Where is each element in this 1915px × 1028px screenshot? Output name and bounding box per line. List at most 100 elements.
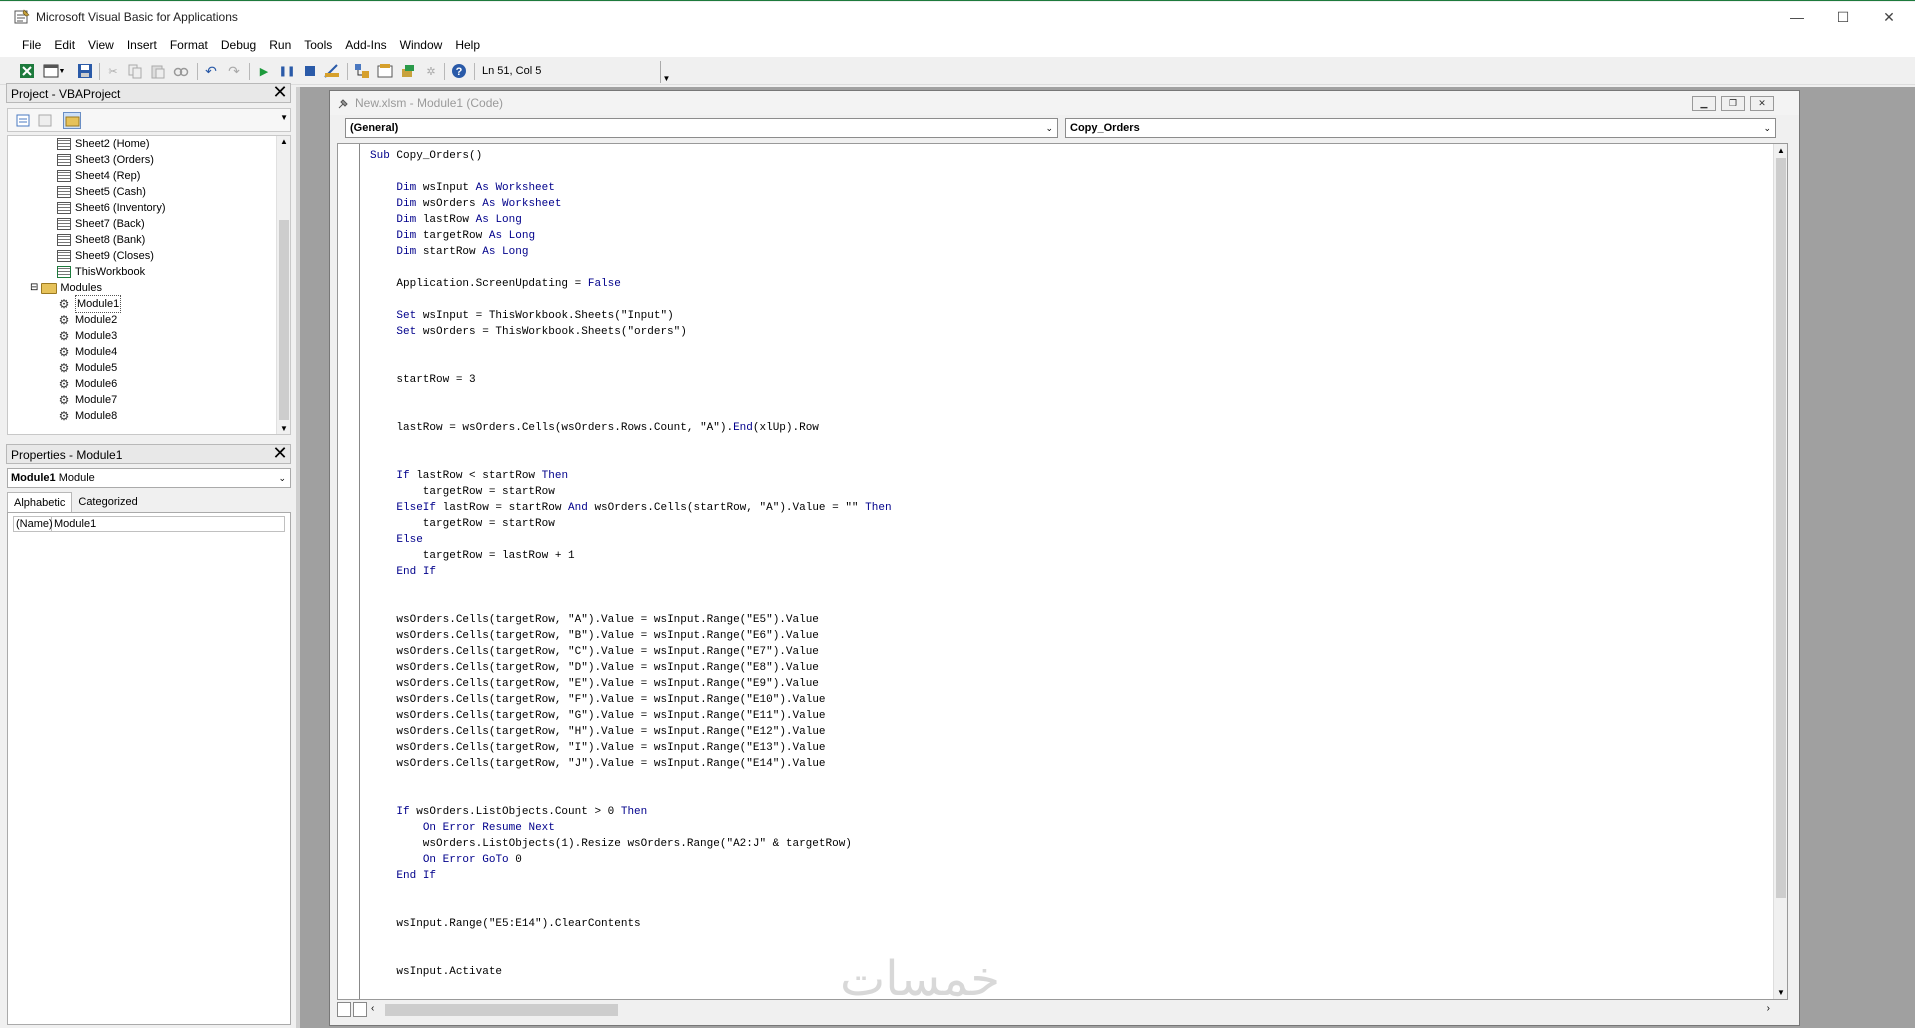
- code-line[interactable]: On Error GoTo 0: [370, 852, 892, 868]
- tree-item-module2[interactable]: ⚙ Module2: [56, 312, 118, 328]
- code-line[interactable]: wsInput.Activate: [370, 964, 892, 980]
- tab-categorized[interactable]: Categorized: [72, 492, 143, 512]
- scroll-down-icon[interactable]: ▼: [1777, 988, 1785, 997]
- excel-icon[interactable]: [19, 63, 35, 79]
- margin-indicator-bar[interactable]: [338, 144, 360, 999]
- menu-format[interactable]: Format: [170, 38, 208, 52]
- project-toolbar-overflow-icon[interactable]: ▼: [280, 113, 288, 122]
- code-line[interactable]: [370, 356, 892, 372]
- tree-item-module8[interactable]: ⚙ Module8: [56, 408, 118, 424]
- scroll-up-icon[interactable]: ▲: [1777, 146, 1785, 155]
- menu-window[interactable]: Window: [400, 38, 443, 52]
- minimize-button[interactable]: —: [1774, 2, 1820, 32]
- code-line[interactable]: Sub Copy_Orders(): [370, 148, 892, 164]
- code-line[interactable]: wsOrders.Cells(targetRow, "A").Value = w…: [370, 612, 892, 628]
- code-editor[interactable]: Sub Copy_Orders() Dim wsInput As Workshe…: [337, 143, 1788, 1000]
- code-line[interactable]: [370, 436, 892, 452]
- code-horizontal-scroll-thumb[interactable]: [385, 1004, 618, 1016]
- code-line[interactable]: Set wsInput = ThisWorkbook.Sheets("Input…: [370, 308, 892, 324]
- break-icon[interactable]: ❚❚: [279, 63, 296, 79]
- view-object-icon[interactable]: [36, 112, 54, 129]
- splitter[interactable]: [296, 87, 300, 1028]
- code-restore-button[interactable]: ❐: [1721, 96, 1745, 111]
- insert-module-icon[interactable]: [43, 63, 59, 79]
- tree-item-module5[interactable]: ⚙ Module5: [56, 360, 118, 376]
- toolbar-overflow-icon[interactable]: ▼: [660, 61, 672, 83]
- code-line[interactable]: startRow = 3: [370, 372, 892, 388]
- code-line[interactable]: [370, 164, 892, 180]
- tree-item-thisworkbook[interactable]: ThisWorkbook: [56, 264, 145, 280]
- code-line[interactable]: [370, 900, 892, 916]
- code-line[interactable]: [370, 340, 892, 356]
- tree-item-sheet7-back[interactable]: Sheet7 (Back): [56, 216, 145, 232]
- menu-insert[interactable]: Insert: [127, 38, 157, 52]
- view-code-icon[interactable]: [14, 112, 32, 129]
- code-line[interactable]: [370, 772, 892, 788]
- code-line[interactable]: If wsOrders.ListObjects.Count > 0 Then: [370, 804, 892, 820]
- paste-icon[interactable]: [150, 63, 166, 79]
- code-line[interactable]: targetRow = startRow: [370, 516, 892, 532]
- code-minimize-button[interactable]: ▁: [1692, 96, 1716, 111]
- design-mode-icon[interactable]: [324, 63, 340, 79]
- tree-item-module4[interactable]: ⚙ Module4: [56, 344, 118, 360]
- tree-item-module1[interactable]: ⚙ Module1: [56, 295, 122, 313]
- tab-alphabetic[interactable]: Alphabetic: [7, 492, 73, 512]
- scroll-left-icon[interactable]: ‹: [371, 1003, 374, 1014]
- code-line[interactable]: wsOrders.Cells(targetRow, "C").Value = w…: [370, 644, 892, 660]
- code-line[interactable]: [370, 948, 892, 964]
- code-line[interactable]: [370, 452, 892, 468]
- code-line[interactable]: [370, 596, 892, 612]
- code-line[interactable]: wsOrders.Cells(targetRow, "I").Value = w…: [370, 740, 892, 756]
- redo-icon[interactable]: ↷: [226, 63, 242, 79]
- menu-view[interactable]: View: [88, 38, 114, 52]
- full-module-view-icon[interactable]: [337, 1002, 351, 1017]
- scroll-down-icon[interactable]: ▼: [280, 424, 288, 433]
- code-line[interactable]: ElseIf lastRow = startRow And wsOrders.C…: [370, 500, 891, 516]
- code-line[interactable]: Set wsOrders = ThisWorkbook.Sheets("orde…: [370, 324, 892, 340]
- project-tree-scrollbar[interactable]: ▲ ▼: [276, 136, 290, 434]
- code-line[interactable]: lastRow = wsOrders.Cells(wsOrders.Rows.C…: [370, 420, 892, 436]
- menu-help[interactable]: Help: [455, 38, 480, 52]
- tree-item-sheet2-home[interactable]: Sheet2 (Home): [56, 136, 150, 152]
- code-line[interactable]: Application.ScreenUpdating = False: [370, 276, 892, 292]
- toolbox-icon[interactable]: ✲: [423, 63, 439, 79]
- code-line[interactable]: targetRow = startRow: [370, 484, 892, 500]
- tree-item-module7[interactable]: ⚙ Module7: [56, 392, 118, 408]
- code-line[interactable]: On Error Resume Next: [370, 820, 892, 836]
- procedure-combo[interactable]: Copy_Orders ⌄: [1065, 118, 1776, 138]
- code-line[interactable]: wsOrders.Cells(targetRow, "H").Value = w…: [370, 724, 892, 740]
- tree-item-sheet8-bank[interactable]: Sheet8 (Bank): [56, 232, 145, 248]
- code-line[interactable]: Dim wsOrders As Worksheet: [370, 196, 892, 212]
- code-line[interactable]: Dim targetRow As Long: [370, 228, 892, 244]
- tree-item-sheet3-orders[interactable]: Sheet3 (Orders): [56, 152, 154, 168]
- close-button[interactable]: ✕: [1866, 2, 1912, 32]
- tree-item-sheet5-cash[interactable]: Sheet5 (Cash): [56, 184, 146, 200]
- scroll-up-icon[interactable]: ▲: [280, 137, 288, 146]
- code-line[interactable]: targetRow = lastRow + 1: [370, 548, 892, 564]
- tree-item-sheet6-inventory[interactable]: Sheet6 (Inventory): [56, 200, 166, 216]
- code-line[interactable]: [370, 932, 892, 948]
- scroll-right-icon[interactable]: ›: [1767, 1003, 1770, 1014]
- maximize-button[interactable]: ☐: [1820, 2, 1866, 32]
- code-line[interactable]: Dim lastRow As Long: [370, 212, 892, 228]
- code-line[interactable]: Dim startRow As Long: [370, 244, 892, 260]
- reset-icon[interactable]: [302, 63, 318, 79]
- code-line[interactable]: [370, 260, 892, 276]
- undo-icon[interactable]: ↶: [203, 63, 219, 79]
- property-row-name[interactable]: (Name) Module1: [13, 516, 285, 532]
- object-combo[interactable]: (General) ⌄: [345, 118, 1058, 138]
- project-close-icon[interactable]: ✕: [271, 83, 289, 102]
- run-icon[interactable]: ▶: [256, 63, 272, 79]
- code-line[interactable]: wsOrders.ListObjects(1).Resize wsOrders.…: [370, 836, 892, 852]
- code-line[interactable]: End If: [370, 564, 892, 580]
- code-line[interactable]: wsOrders.Cells(targetRow, "E").Value = w…: [370, 676, 892, 692]
- menu-run[interactable]: Run: [269, 38, 291, 52]
- code-line[interactable]: [370, 292, 892, 308]
- tree-item-sheet4-rep[interactable]: Sheet4 (Rep): [56, 168, 140, 184]
- object-browser-icon[interactable]: [400, 63, 416, 79]
- code-line[interactable]: wsOrders.Cells(targetRow, "D").Value = w…: [370, 660, 892, 676]
- menu-file[interactable]: File: [22, 38, 41, 52]
- code-line[interactable]: wsOrders.Cells(targetRow, "F").Value = w…: [370, 692, 892, 708]
- copy-icon[interactable]: [127, 63, 143, 79]
- code-line[interactable]: Dim wsInput As Worksheet: [370, 180, 892, 196]
